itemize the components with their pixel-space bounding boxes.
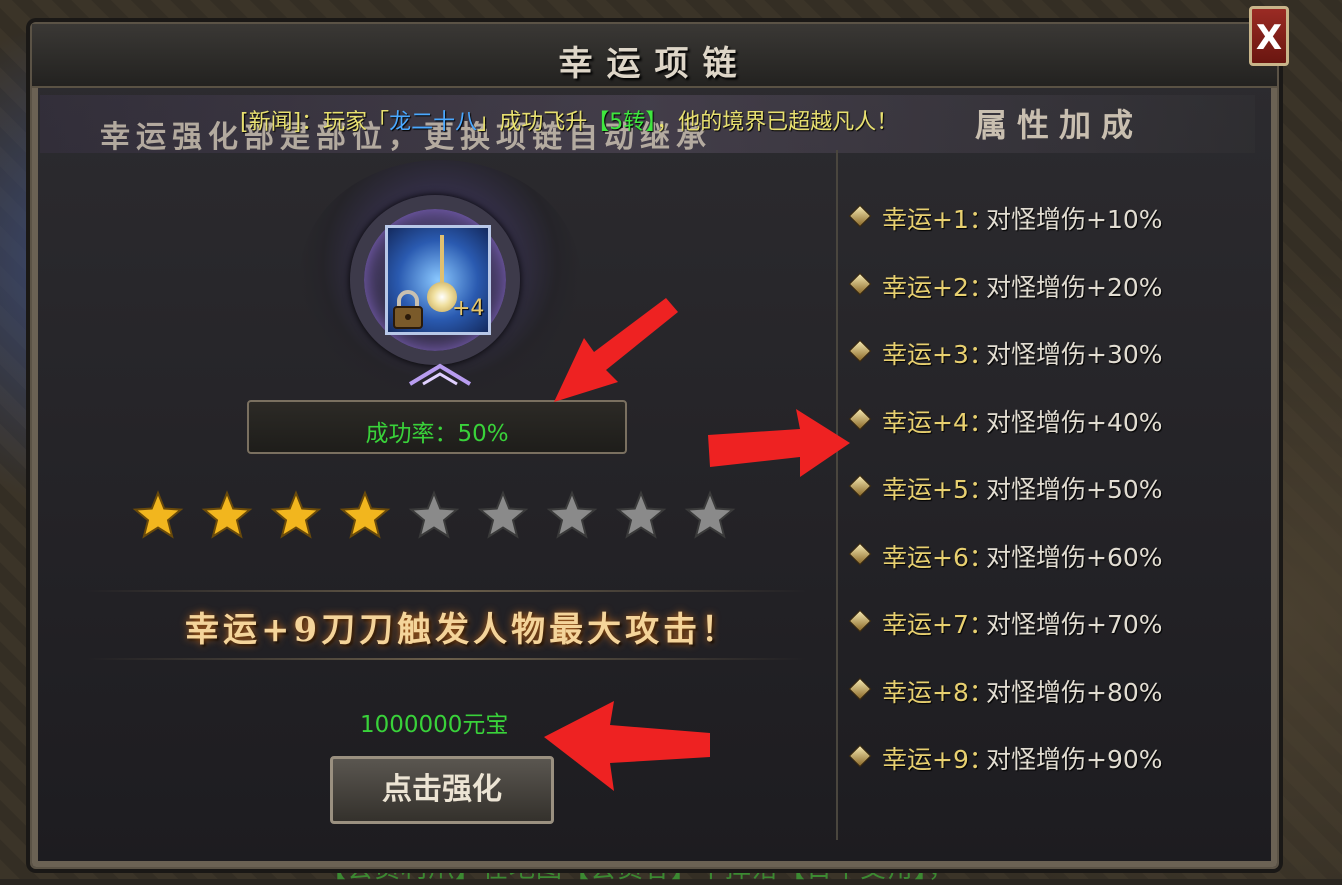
bonus-level-label: 幸运+8：: [882, 677, 994, 707]
success-rate: 成功率：50%: [365, 421, 509, 447]
annotation-arrow-bonus: [708, 409, 850, 477]
bonus-level-label: 幸运+6：: [882, 542, 994, 572]
star-empty-icon: [684, 490, 736, 539]
close-button[interactable]: X: [1249, 6, 1289, 66]
star-empty-icon: [615, 490, 667, 539]
annotation-arrow-cost: [544, 701, 710, 791]
star-filled-icon: [339, 490, 391, 539]
section-title-bonuses: 属性加成: [975, 106, 1144, 144]
bonus-effect-value: 对怪增伤+20%: [986, 272, 1163, 302]
bonus-effect-value: 对怪增伤+60%: [986, 542, 1163, 572]
strengthen-button[interactable]: 点击强化: [330, 756, 554, 824]
divider-top: [86, 590, 806, 592]
star-filled-icon: [270, 490, 322, 539]
news-suffix: ，他的境界已超越凡人！: [656, 110, 899, 135]
annotation-arrow-rate: [554, 298, 678, 402]
news-middle: 」成功飞升: [477, 110, 588, 135]
news-prefix: [新闻]：玩家「: [240, 110, 390, 135]
lock-icon: [393, 290, 423, 329]
star-empty-icon: [477, 490, 529, 539]
title-bar: 幸运项链: [32, 24, 1277, 88]
star-filled-icon: [132, 490, 184, 539]
news-rank: 【5转】: [587, 110, 657, 135]
star-filled-icon: [201, 490, 253, 539]
bonus-effect-value: 对怪增伤+50%: [986, 475, 1163, 504]
star-empty-icon: [408, 490, 460, 539]
bonus-effect-value: 对怪增伤+40%: [986, 407, 1163, 437]
window-title: 幸运项链: [558, 44, 751, 84]
bonus-level-label: 幸运+2：: [882, 272, 994, 302]
bonus-effect-value: 对怪增伤+80%: [986, 677, 1163, 707]
bonus-level-label: 幸运+4：: [882, 407, 994, 437]
bonus-effect-value: 对怪增伤+70%: [986, 610, 1163, 639]
bonus-level-label: 幸运+5：: [882, 475, 994, 504]
bonus-level-label: 幸运+7：: [882, 610, 994, 639]
slogan: 幸运+9刀刀触发人物最大攻击！: [185, 610, 740, 650]
column-divider: [836, 150, 838, 840]
cost-label: 1000000元宝: [360, 712, 509, 738]
news-player-name[interactable]: 龙二十八: [389, 110, 477, 135]
divider-bottom: [86, 658, 806, 660]
chevron-up-icon: [408, 363, 472, 386]
item-plus-level: +4: [452, 296, 485, 321]
bonus-effect-value: 对怪增伤+30%: [986, 340, 1163, 369]
bonus-level-label: 幸运+9：: [882, 745, 994, 774]
star-empty-icon: [546, 490, 598, 539]
bonus-level-label: 幸运+3：: [882, 340, 994, 369]
bonus-effect-value: 对怪增伤+90%: [986, 745, 1163, 774]
bonus-effect-value: 对怪增伤+10%: [986, 205, 1163, 234]
news-ticker: [新闻]：玩家「龙二十八」成功飞升【5转】，他的境界已超越凡人！: [240, 104, 898, 136]
bonus-level-label: 幸运+1：: [882, 205, 994, 234]
